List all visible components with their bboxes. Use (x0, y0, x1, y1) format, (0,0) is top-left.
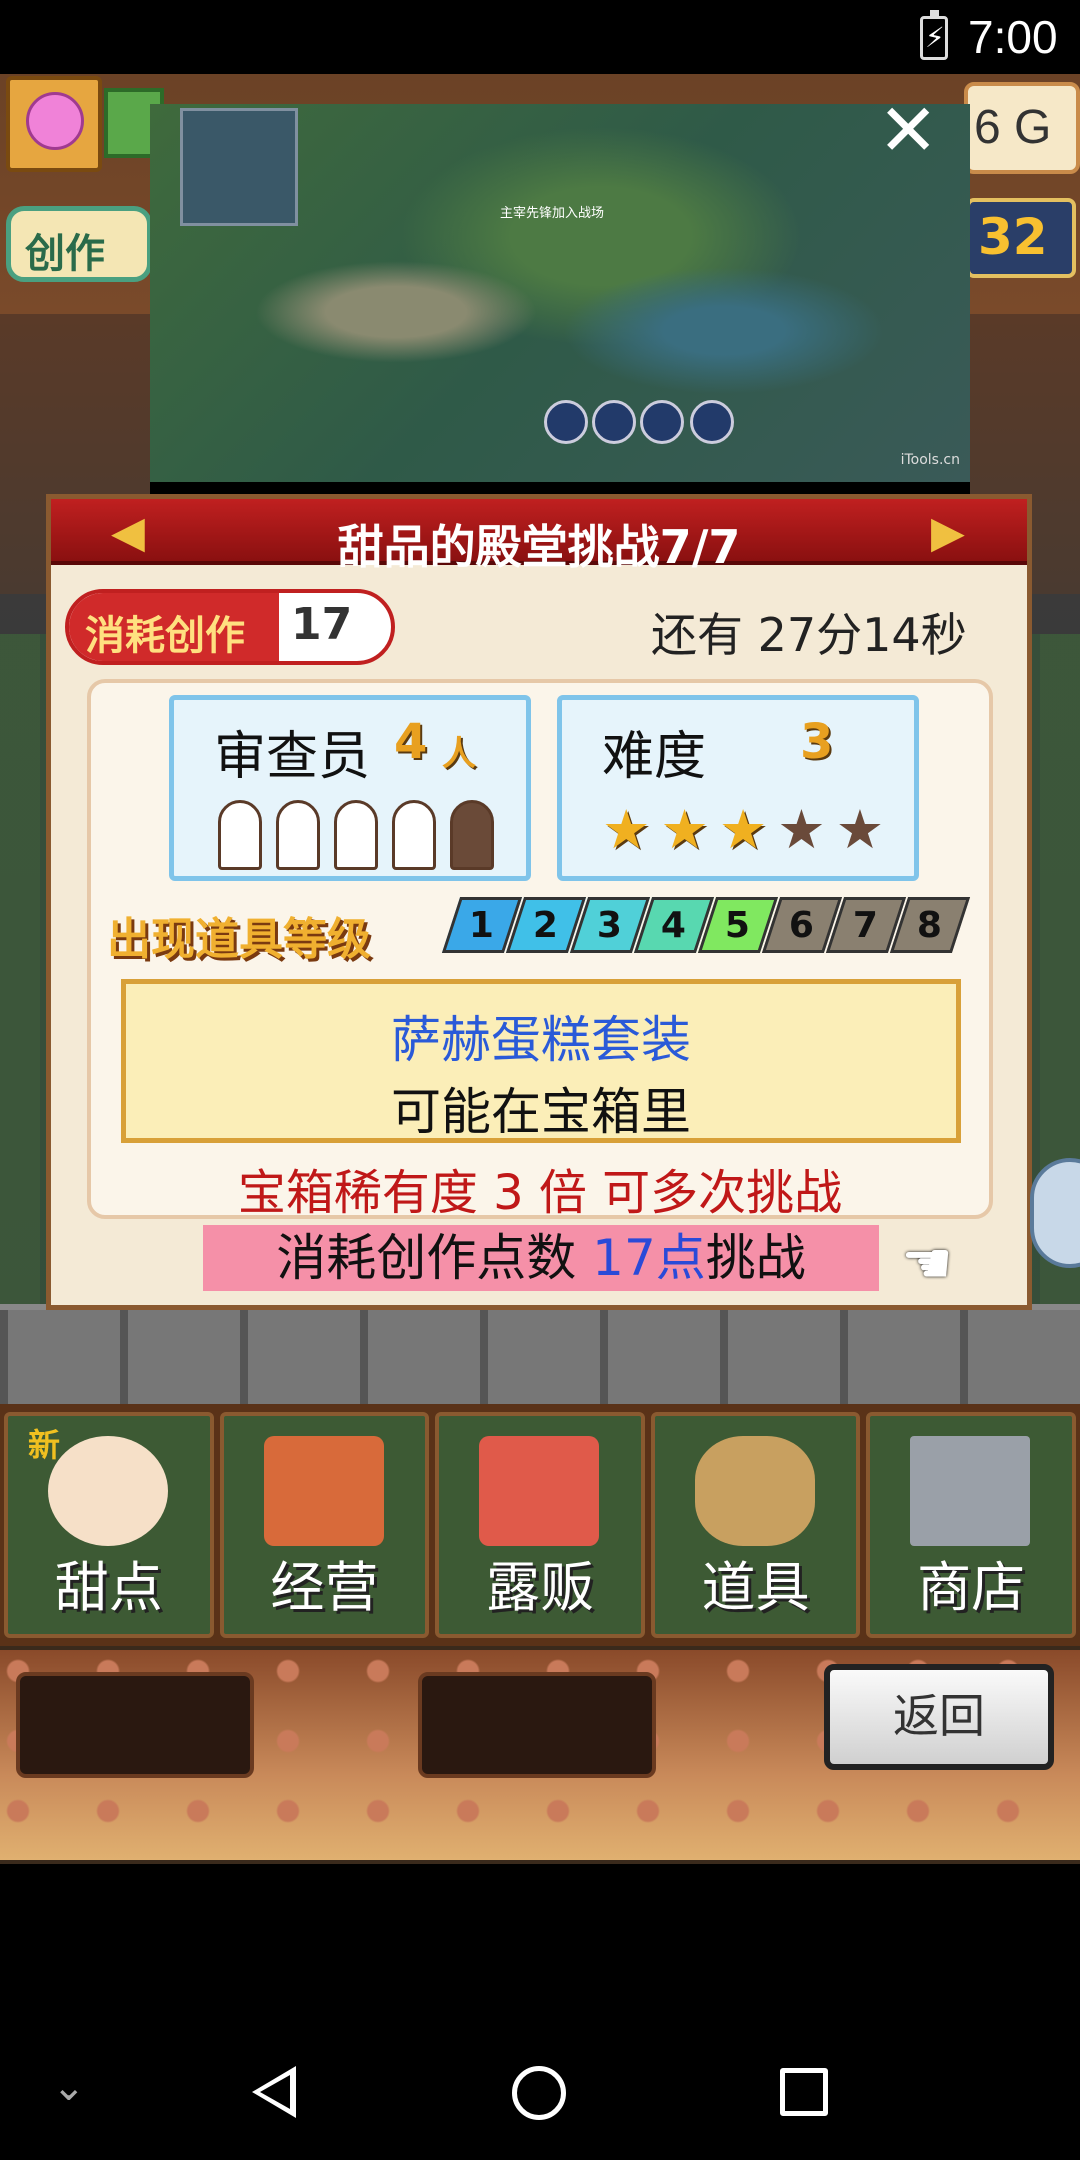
cost-value: 17 (291, 599, 353, 650)
empty-slot (418, 1672, 656, 1778)
reward-box: 萨赫蛋糕套装 可能在宝箱里 (121, 979, 961, 1143)
menu-item-label: 商店 (917, 1556, 1026, 1619)
home-icon[interactable] (512, 2066, 566, 2120)
reward-name: 萨赫蛋糕套装 (391, 1011, 691, 1069)
menu-item-label: 甜点 (54, 1556, 163, 1619)
reviewers-label: 审查员 (214, 727, 371, 787)
cta-suffix: 挑战 (705, 1229, 806, 1287)
challenge-title: 甜品的殿堂挑战7/7 (337, 520, 741, 574)
menu-item-stalls[interactable]: 露贩 (435, 1412, 645, 1638)
panel-header: ◀ 甜品的殿堂挑战7/7 ▶ (51, 499, 1027, 574)
recent-apps-icon[interactable] (780, 2068, 828, 2116)
bottom-tray: 返回 (0, 1650, 1080, 1860)
empty-slot (16, 1672, 254, 1778)
status-bar: ⚡ 7:00 (0, 0, 1080, 74)
challenge-panel: ◀ 甜品的殿堂挑战7/7 ▶ 消耗创作 17 还有 27分14秒 审查员 4 人… (46, 494, 1032, 1310)
skill-icon (640, 400, 684, 444)
back-icon[interactable] (252, 2066, 296, 2118)
menu-item-manage[interactable]: 经营 (219, 1412, 430, 1638)
menu-item-items[interactable]: 道具 (650, 1412, 861, 1638)
star-icon: ★ (835, 798, 885, 861)
skill-icon (690, 400, 734, 444)
reviewers-suffix: 人 (442, 734, 476, 774)
timer: 还有 27分14秒 (651, 608, 967, 662)
star-icon: ★ (660, 798, 709, 861)
item-bag-icon (694, 1436, 815, 1546)
video-caption: 主宰先锋加入战场 (500, 206, 605, 221)
chevron-down-icon[interactable]: ⌄ (52, 2064, 86, 2110)
reward-note: 可能在宝箱里 (391, 1083, 691, 1141)
star-icon: ★ (602, 798, 651, 861)
difficulty-level: 3 (800, 714, 834, 770)
game-screen: 6 G 创作 32 主宰先锋加入战场 iTools.cn ✕ ◀ 甜品的殿堂挑战… (0, 74, 1080, 1864)
side-floating-button[interactable] (1030, 1158, 1080, 1268)
reviewer-figure-icon (334, 800, 378, 870)
challenge-details: 审查员 4 人 难度 3 ★ ★ ★ ★ ★ 出现道具等级 12345678 萨赫蛋糕套… (87, 679, 993, 1221)
reviewer-figure-icon (276, 800, 320, 870)
money-display: 6 G (964, 82, 1080, 174)
cta-prefix: 消耗创作点数 (276, 1229, 593, 1287)
shop-icon (263, 1436, 384, 1546)
close-icon[interactable]: ✕ (878, 94, 938, 166)
skill-icon (592, 400, 636, 444)
difficulty-stars: ★ ★ ★ ★ ★ (602, 800, 884, 860)
cost-label: 消耗创作 (69, 593, 279, 661)
video-watermark: iTools.cn (900, 452, 960, 468)
rarity-text: 宝箱稀有度 3 倍 可多次挑战 (237, 1165, 843, 1221)
challenge-button[interactable]: 消耗创作点数 17点挑战 (203, 1225, 879, 1291)
menu-item-desserts[interactable]: 新 甜点 (4, 1412, 214, 1638)
item-level-label: 出现道具等级 (107, 914, 371, 965)
reviewers-count: 4 (394, 714, 428, 770)
item-level-bar: 12345678 (441, 897, 971, 953)
menu-item-store[interactable]: 商店 (866, 1412, 1076, 1638)
cart-icon (910, 1436, 1031, 1546)
star-icon: ★ (777, 798, 826, 861)
food-truck-icon (479, 1436, 600, 1546)
next-arrow-icon[interactable]: ▶ (931, 507, 965, 558)
star-icon: ★ (718, 798, 768, 861)
back-button[interactable]: 返回 (824, 1664, 1054, 1770)
cost-badge: 消耗创作 17 (65, 589, 395, 665)
town-tree-icon[interactable] (6, 76, 102, 172)
menu-item-label: 道具 (701, 1556, 810, 1619)
difficulty-label: 难度 (602, 727, 707, 787)
difficulty-card: 难度 3 ★ ★ ★ ★ ★ (557, 695, 919, 881)
create-points-badge: 创作 (6, 206, 152, 282)
create-points-count: 32 (966, 198, 1076, 278)
minimap (180, 108, 298, 226)
reviewers-card: 审查员 4 人 (169, 695, 531, 881)
pointing-hand-icon: ☚ (901, 1229, 953, 1297)
clock: 7:00 (968, 11, 1058, 63)
video-overlay[interactable]: 主宰先锋加入战场 iTools.cn ✕ (150, 94, 970, 554)
menu-item-label: 露贩 (485, 1556, 594, 1619)
reviewer-figure-icon (218, 800, 262, 870)
cta-points: 17点 (592, 1229, 706, 1287)
reviewer-figure-icon (450, 800, 494, 870)
new-badge: 新 (28, 1426, 61, 1464)
menu-item-label: 经营 (270, 1556, 379, 1619)
skill-icon (544, 400, 588, 444)
fence (0, 1304, 1080, 1414)
reviewer-figure-icon (392, 800, 436, 870)
battery-charging-icon: ⚡ (920, 10, 948, 60)
navigation-bar: ⌄ (0, 1864, 1080, 2160)
reviewer-figures (218, 800, 494, 870)
bottom-menu: 新 甜点 经营 露贩 道具 商店 (0, 1404, 1080, 1646)
cake-icon (48, 1436, 168, 1546)
